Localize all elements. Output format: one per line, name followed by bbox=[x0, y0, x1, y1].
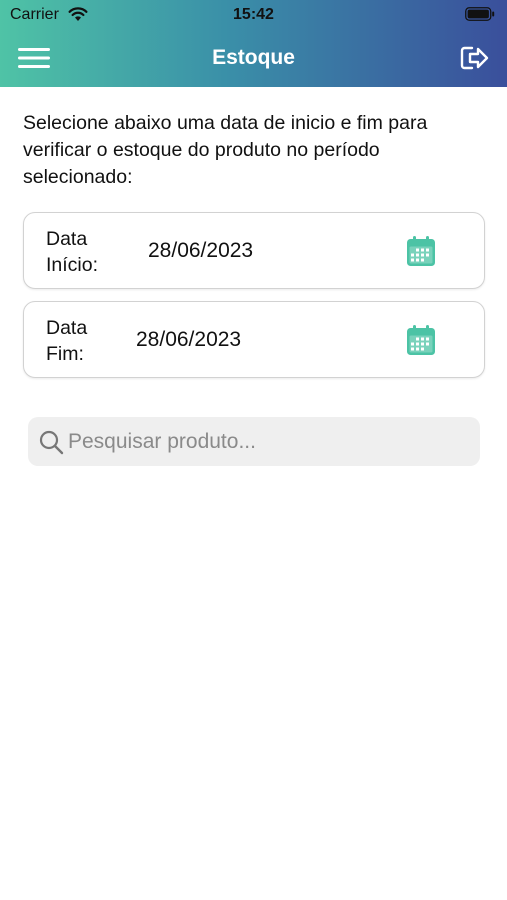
start-date-value[interactable]: 28/06/2023 bbox=[148, 239, 253, 263]
end-date-label: Data Fim: bbox=[46, 315, 116, 367]
calendar-icon[interactable] bbox=[406, 324, 436, 356]
status-bar: Carrier 15:42 bbox=[0, 0, 507, 30]
end-date-value[interactable]: 28/06/2023 bbox=[136, 328, 241, 352]
end-date-label-line1: Data bbox=[46, 317, 88, 339]
instructions-text: Selecione abaixo uma data de inicio e fi… bbox=[23, 112, 428, 188]
search-icon bbox=[39, 430, 64, 455]
nav-bar: Estoque bbox=[0, 30, 507, 87]
app-header: Carrier 15:42 Estoque bbox=[0, 0, 507, 87]
calendar-icon[interactable] bbox=[406, 235, 436, 267]
page-title: Estoque bbox=[212, 46, 295, 69]
end-date-field[interactable]: Data Fim: 28/06/2023 bbox=[23, 301, 485, 378]
end-date-label-line2: Fim: bbox=[46, 343, 84, 365]
search-input[interactable] bbox=[68, 417, 473, 466]
start-date-field[interactable]: Data Início: 28/06/2023 bbox=[23, 212, 485, 289]
search-bar[interactable] bbox=[28, 417, 480, 466]
logout-icon[interactable] bbox=[459, 43, 491, 73]
start-date-label: Data Início: bbox=[46, 226, 116, 278]
battery-icon bbox=[465, 7, 495, 21]
start-date-label-line2: Início: bbox=[46, 254, 99, 276]
start-date-label-line1: Data bbox=[46, 228, 88, 250]
status-time: 15:42 bbox=[233, 6, 274, 23]
